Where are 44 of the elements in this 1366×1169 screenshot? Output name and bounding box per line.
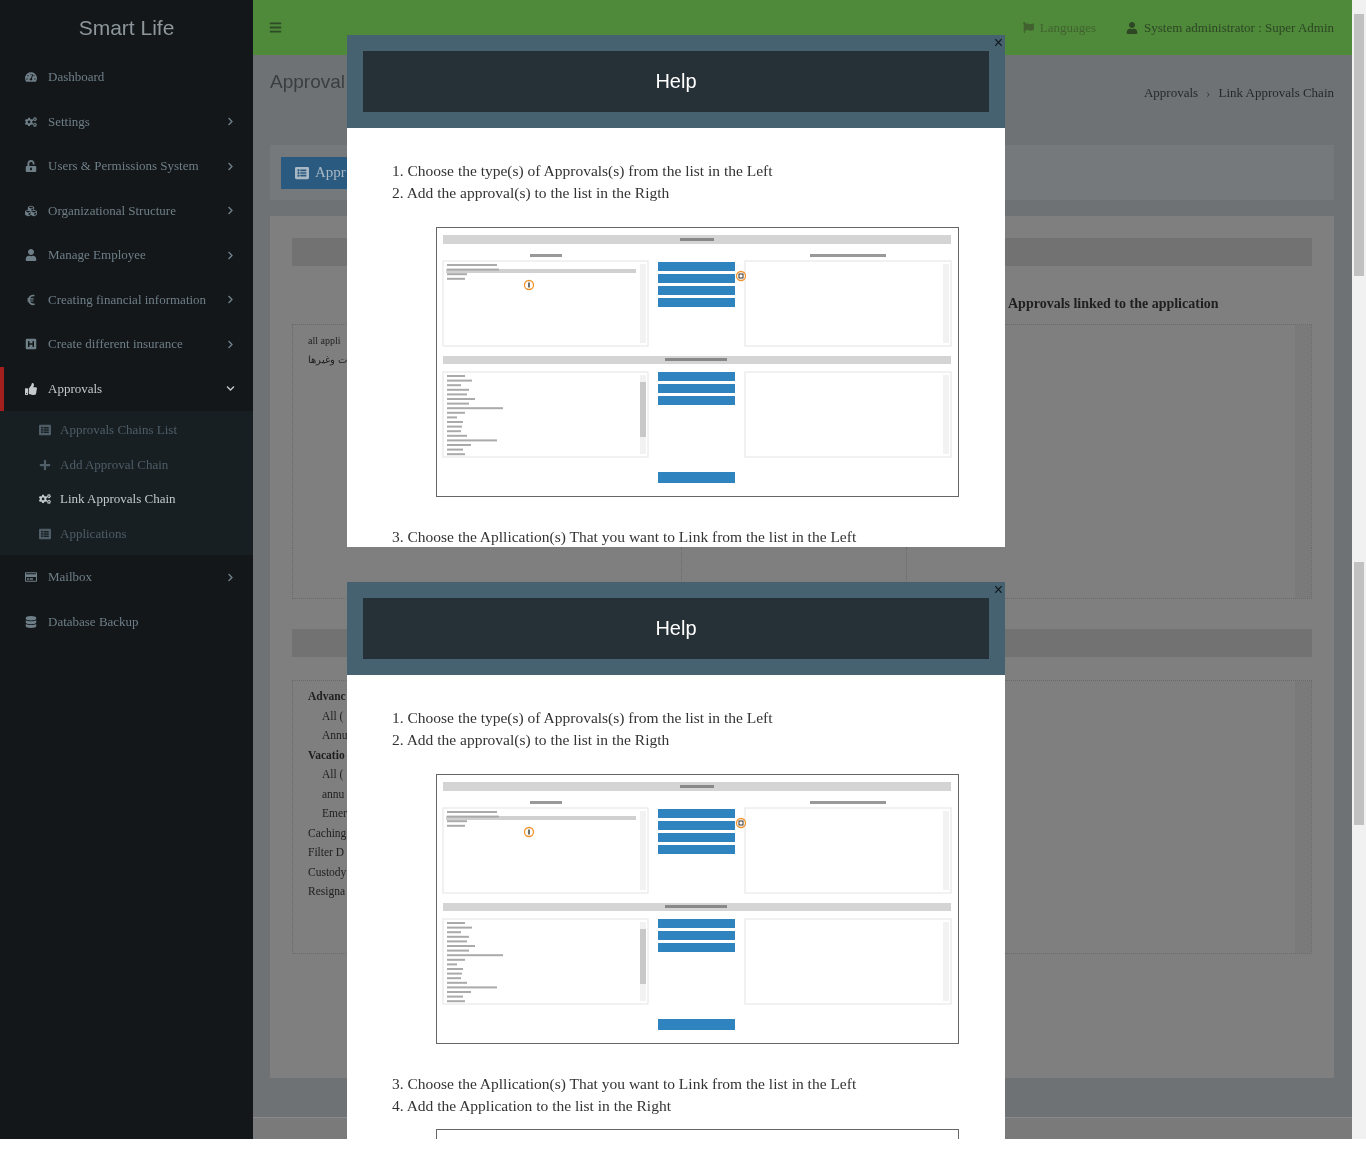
dialog-title: Help — [655, 70, 697, 93]
sidebar-item[interactable]: Manage Employee — [0, 233, 253, 278]
sidebar-item[interactable]: Creating financial information — [0, 277, 253, 322]
list-option[interactable]: All ( — [308, 768, 344, 780]
close-button[interactable]: × — [993, 35, 1003, 51]
list-option[interactable]: Vacatio — [308, 748, 345, 761]
sidebar-item[interactable]: Settings — [0, 99, 253, 144]
list-option[interactable]: ت وغيرها — [308, 354, 347, 365]
instruction-text: 2. Add the approval(s) to the list in the Rigth — [392, 183, 671, 203]
breadcrumb-link[interactable]: Approvals — [1143, 85, 1199, 101]
list-heading: Approvals linked to the application — [1008, 296, 1220, 312]
instruction-text: 3. Choose the Apllication(s) That you want to Link from the list in the Left — [392, 1074, 858, 1094]
breadcrumb-separator: › — [1206, 85, 1211, 101]
instruction-text: 1. Choose the type(s) of Approvals(s) from the list in the Left — [392, 161, 774, 181]
list-option[interactable]: Caching — [308, 826, 347, 839]
list-option[interactable]: Custody — [308, 865, 347, 878]
list-option[interactable]: all appli — [308, 335, 341, 346]
list-option[interactable]: Resigna — [308, 885, 346, 897]
sidebar-item[interactable]: Database Backup — [0, 599, 253, 644]
dialog-title: Help — [655, 617, 697, 640]
list-option[interactable]: Advanc — [308, 690, 346, 702]
user-menu[interactable]: System administrator : Super Admin — [1126, 19, 1334, 36]
instruction-text: 1. Choose the type(s) of Approvals(s) from the list in the Left — [392, 708, 774, 728]
sidebar-item[interactable]: Organizational Structure — [0, 188, 253, 233]
tab-button[interactable]: Appr — [281, 156, 347, 189]
instruction-text: 2. Add the approval(s) to the list in the Rigth — [392, 730, 671, 750]
list-option[interactable]: Annu — [308, 729, 348, 741]
sidebar-item[interactable]: Users & Permissions System — [0, 144, 253, 189]
list-option[interactable]: annu — [308, 787, 345, 800]
submenu-item[interactable]: Applications — [0, 516, 253, 551]
submenu-item[interactable]: Approvals Chains List — [0, 413, 253, 448]
breadcrumb-link[interactable]: Link Approvals Chain — [1218, 85, 1334, 101]
instruction-text: 3. Choose the Apllication(s) That you want to Link from the list in the Left — [392, 527, 858, 547]
list-option[interactable]: All ( — [308, 709, 344, 722]
close-button[interactable]: × — [993, 582, 1003, 598]
sidebar-item[interactable]: Dashboard — [0, 55, 253, 100]
submenu-item[interactable]: Add Approval Chain — [0, 447, 253, 482]
submenu-item[interactable]: Link Approvals Chain — [0, 482, 253, 517]
list-option[interactable]: Filter D — [308, 846, 345, 858]
sidebar-item[interactable]: Create different insurance — [0, 322, 253, 367]
sidebar-item[interactable]: Mailbox — [0, 555, 253, 600]
list-option[interactable]: Emer — [308, 807, 347, 819]
instruction-text: 4. Add the Application to the list in the Right — [392, 1096, 672, 1116]
brand-title: Smart Life — [77, 14, 176, 41]
